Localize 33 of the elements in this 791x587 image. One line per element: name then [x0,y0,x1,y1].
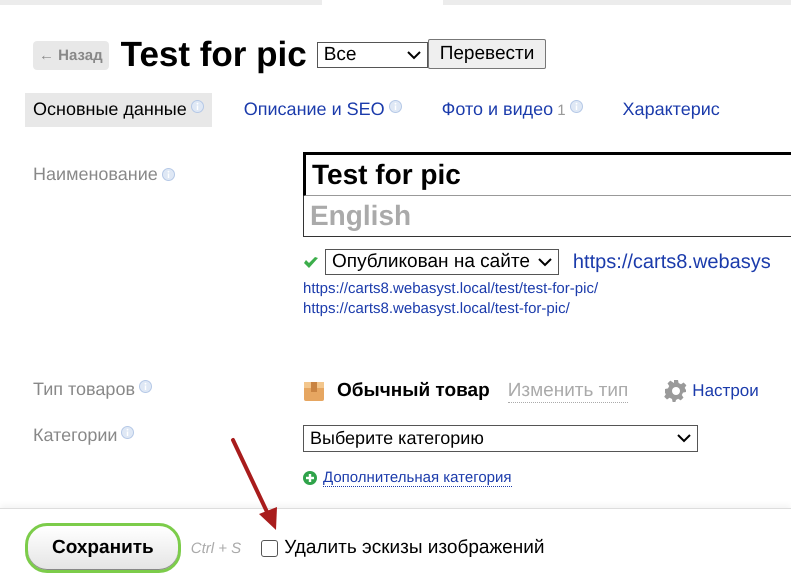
product-url-link[interactable]: https://carts8.webasyst.local/test/test-for-pic/ [303,280,791,297]
storefront-link[interactable]: https://carts8.webasys [572,250,771,274]
translation-input[interactable]: English [303,196,791,237]
page-title: Test for pic [120,35,307,75]
tab[interactable]: Фото и видео 1 [434,93,591,127]
chevron-icon [677,434,691,443]
checkbox-label[interactable]: Удалить эскизы изображений [284,537,544,559]
language-select[interactable]: Все [316,42,428,68]
plus-icon [303,471,317,485]
checkbox[interactable] [261,540,278,556]
chevron-icon [406,50,421,60]
name-input[interactable]: Test for pic [303,152,791,196]
status-select[interactable]: Опубликован на сайте [325,249,559,275]
save-button[interactable]: Сохранить [25,523,181,573]
tab[interactable]: Описание и SEO [236,93,410,127]
shortcut-hint: Ctrl + S [190,540,242,556]
info-icon [121,426,134,439]
translate-button[interactable]: Перевести [428,39,546,69]
tab[interactable]: Характерис [614,93,728,127]
chevron-icon [538,258,552,266]
info-icon [139,380,152,393]
field-label: Тип товаров [33,379,136,400]
package-icon [303,380,325,402]
product-url-link[interactable]: https://carts8.webasyst.local/test-for-pic/ [303,300,791,317]
tab[interactable]: Основные данные [25,93,212,127]
add-category-link[interactable]: Дополнительная категория [323,469,512,487]
field-label: Наименование [33,164,158,185]
product-type-value: Обычный товар [337,380,490,402]
settings-icon[interactable] [664,379,688,403]
settings-link[interactable]: Настрои [692,381,759,401]
field-label: Категории [33,425,118,446]
category-select[interactable]: Выберите категорию [303,425,698,452]
info-icon [162,168,175,181]
